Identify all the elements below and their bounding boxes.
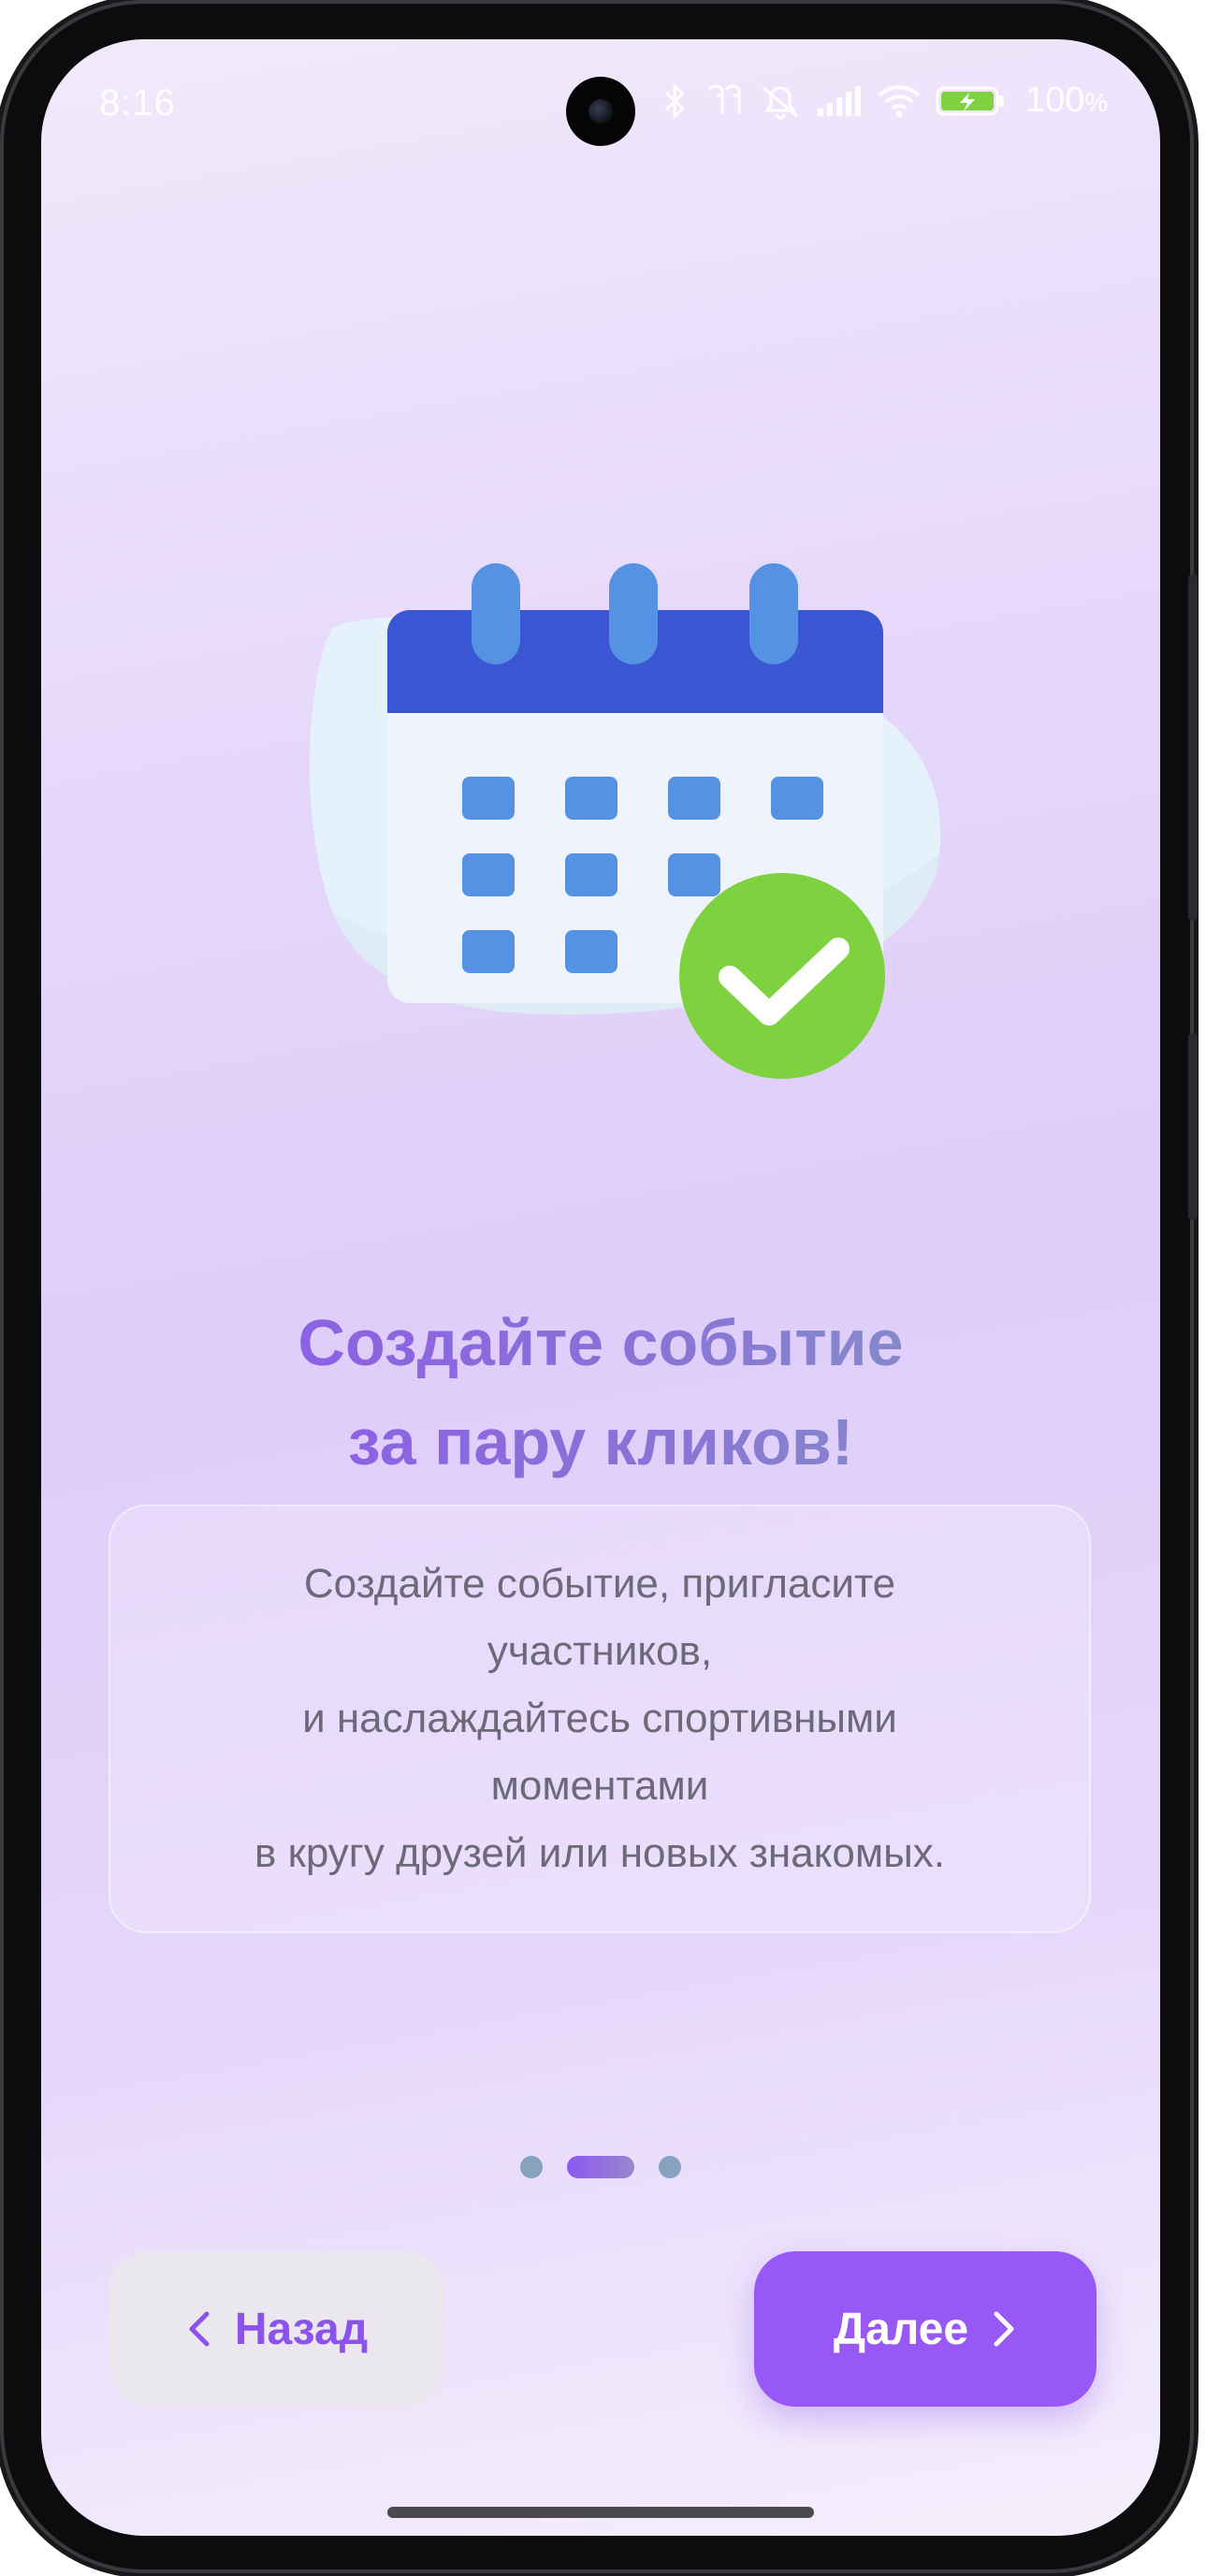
back-button-label: Назад — [234, 2304, 369, 2354]
onboarding-title: Создайте событие за пару кликов! — [41, 1293, 1160, 1492]
calendar-check-illustration — [294, 517, 949, 1115]
wifi-icon — [876, 82, 923, 120]
page-dot-2-active[interactable] — [567, 2156, 634, 2178]
title-line-1: Создайте событие — [298, 1306, 904, 1379]
title-line-2: за пару кликов! — [347, 1405, 854, 1478]
chevron-right-icon — [991, 2308, 1017, 2350]
power-button — [1188, 1033, 1198, 1220]
battery-unit: % — [1084, 88, 1109, 117]
mute-icon — [758, 82, 803, 120]
bluetooth-icon — [659, 82, 690, 120]
battery-percentage: 100% — [1025, 80, 1108, 121]
description-line-3: и наслаждайтесь спортивными — [302, 1696, 897, 1741]
battery-charging-icon — [936, 82, 1007, 120]
description-line-2: участников, — [487, 1628, 713, 1674]
page-dot-3[interactable] — [659, 2156, 681, 2178]
description-line-1: Создайте событие, пригласите — [303, 1561, 896, 1607]
volume-button — [1188, 575, 1198, 921]
app-screen: 8:16 100% Создайте событие за пару клико… — [41, 39, 1160, 2536]
phone-frame: 8:16 100% Создайте событие за пару клико… — [4, 4, 1198, 2569]
status-time: 8:16 — [99, 82, 176, 124]
chevron-left-icon — [186, 2308, 212, 2350]
status-bar: 8:16 100% — [41, 39, 1160, 170]
signal-icon — [816, 82, 863, 120]
next-button[interactable]: Далее — [754, 2251, 1097, 2407]
home-indicator[interactable] — [387, 2507, 814, 2518]
status-icons: 100% — [659, 80, 1108, 121]
next-button-label: Далее — [833, 2304, 969, 2354]
battery-value: 100 — [1025, 80, 1085, 120]
page-indicator — [41, 2156, 1160, 2178]
description-text: Создайте событие, пригласите участников,… — [254, 1550, 945, 1887]
front-camera — [566, 77, 635, 146]
description-line-5: в кругу друзей или новых знакомых. — [254, 1830, 945, 1876]
back-button[interactable]: Назад — [109, 2251, 445, 2407]
calendar-check-icon — [309, 563, 941, 1079]
earbuds-icon — [704, 82, 745, 120]
description-line-4: моментами — [490, 1763, 709, 1809]
page-dot-1[interactable] — [520, 2156, 543, 2178]
description-card: Создайте событие, пригласите участников,… — [109, 1505, 1091, 1933]
